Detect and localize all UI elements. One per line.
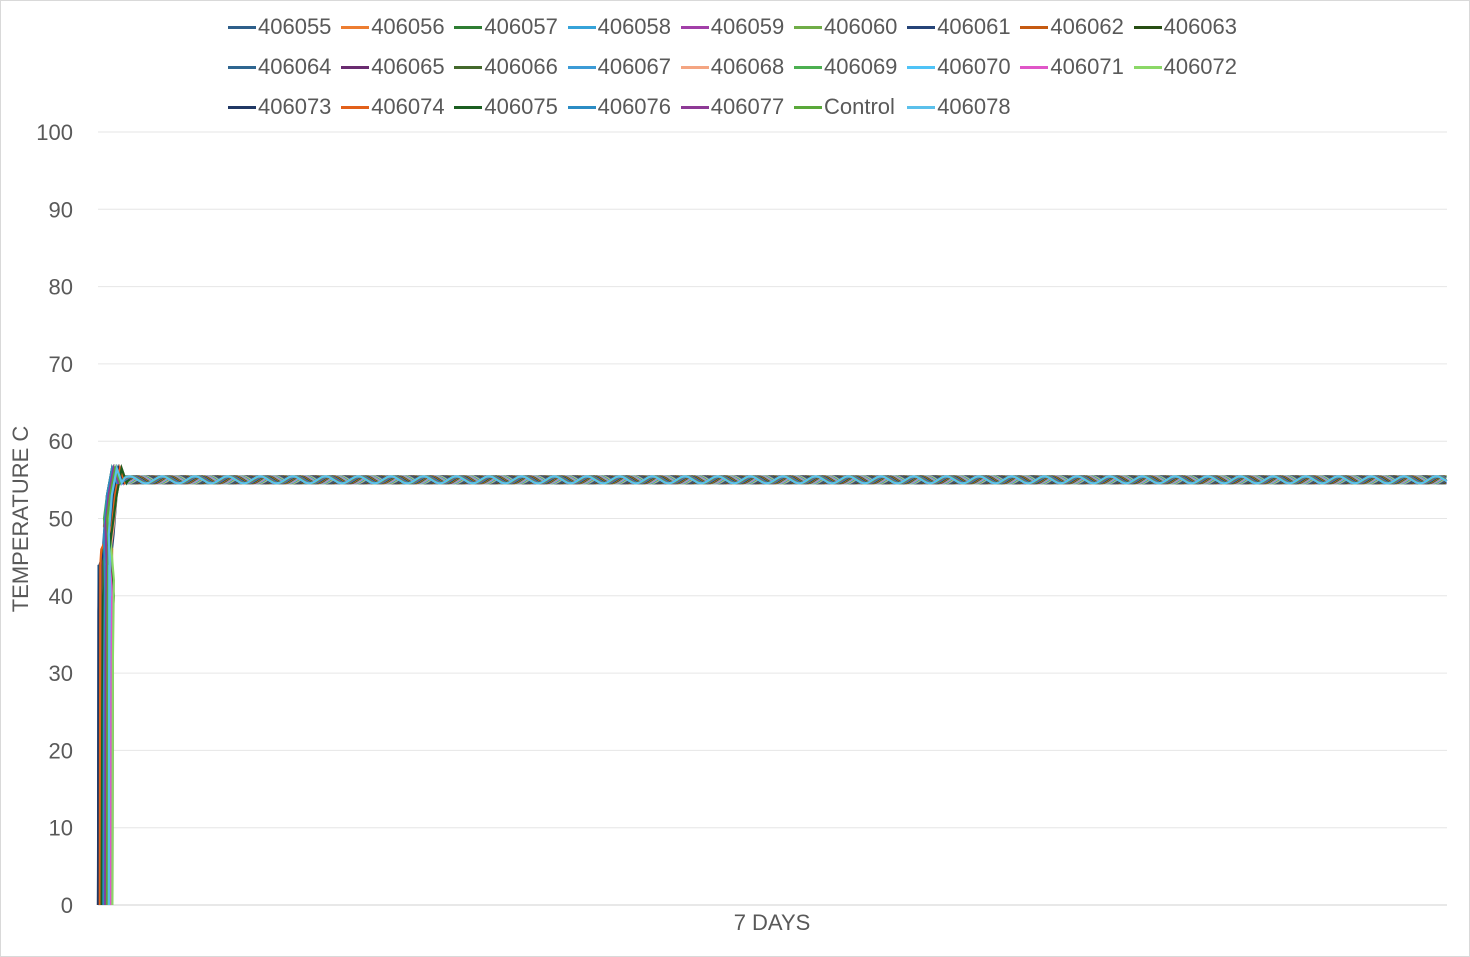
series-line-406055 [96, 463, 1447, 906]
series-line-406069 [102, 463, 1447, 906]
y-tick-label: 60 [49, 429, 73, 454]
y-tick-label: 20 [49, 738, 73, 763]
series-line-406061 [107, 463, 1446, 906]
series-line-406063 [104, 463, 1447, 906]
series-line-406076 [102, 463, 1447, 906]
series-line-406070 [104, 463, 1447, 906]
x-axis-title: 7 DAYS [734, 910, 811, 935]
y-tick-label: 80 [49, 275, 73, 300]
series-line-406058 [102, 463, 1448, 906]
series-line-control [105, 463, 1446, 906]
line-chart: 0 10 20 30 40 50 60 70 80 90 100 TEMPERATURE C 7 D… [8, 120, 1448, 935]
y-tick-label: 10 [49, 816, 73, 841]
series-line-406073 [96, 463, 1447, 906]
series-line-406068 [104, 463, 1447, 906]
y-tick-label: 90 [49, 197, 73, 222]
series-line-406072 [107, 463, 1447, 906]
series-line-406060 [105, 463, 1447, 906]
y-axis-title: TEMPERATURE C [8, 426, 33, 613]
series-line-406074 [98, 463, 1447, 906]
series-line-406066 [100, 463, 1447, 906]
y-tick-label: 70 [49, 352, 73, 377]
series-line-406078 [107, 463, 1448, 906]
series-line-406056 [98, 463, 1447, 906]
y-axis-ticks: 0 10 20 30 40 50 60 70 80 90 100 [36, 120, 73, 918]
y-tick-label: 0 [61, 893, 73, 918]
series-line-406065 [98, 463, 1448, 906]
series-line-406067 [102, 463, 1447, 906]
series-line-406057 [100, 463, 1446, 906]
series-line-406071 [106, 463, 1446, 906]
y-tick-label: 30 [49, 661, 73, 686]
gridlines [98, 131, 1447, 906]
y-tick-label: 40 [49, 584, 73, 609]
y-tick-label: 100 [36, 120, 73, 145]
series-line-406077 [104, 463, 1447, 906]
series-line-406064 [96, 463, 1446, 906]
series-line-406062 [102, 463, 1447, 906]
series-line-406059 [104, 463, 1447, 906]
series-lines [96, 463, 1448, 906]
y-tick-label: 50 [49, 507, 73, 532]
series-line-406075 [100, 463, 1446, 906]
